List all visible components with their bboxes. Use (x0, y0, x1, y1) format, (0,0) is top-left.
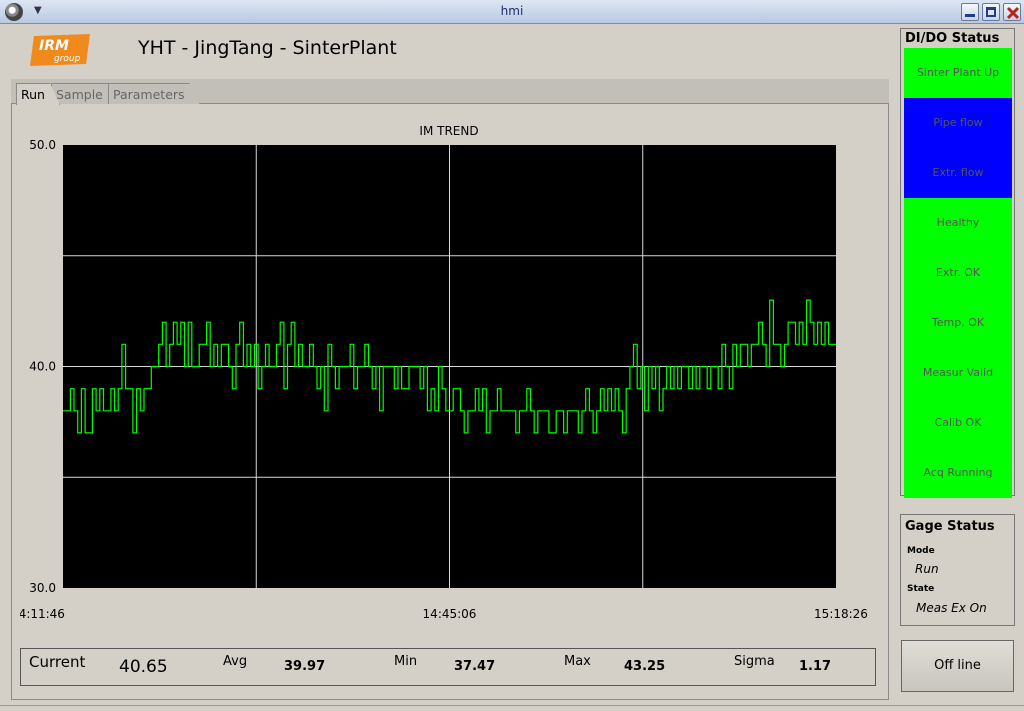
svg-text:IRM: IRM (39, 38, 69, 54)
stats-bar: Current 40.65 Avg 39.97 Min 37.47 Max 43… (20, 648, 876, 686)
svg-text:group: group (54, 54, 81, 64)
tab-sample[interactable]: Sample (51, 83, 118, 104)
dido-status-panel: DI/DO Status Sinter Plant Up Pipe flow Ext… (900, 28, 1015, 498)
mode-value: Run (915, 562, 939, 576)
window-titlebar: ▼ hmi (0, 0, 1024, 24)
dido-indicator: Calib OK (904, 398, 1012, 448)
minimize-button[interactable] (961, 3, 979, 21)
dido-indicator: Sinter Plant Up (904, 48, 1012, 98)
offline-button[interactable]: Off line (901, 640, 1014, 692)
dido-indicator: Measur Valid (904, 348, 1012, 398)
gage-status-panel: Gage Status Mode Run State Meas Ex On (900, 514, 1015, 626)
dido-indicator: Acq Running (904, 448, 1012, 498)
dido-indicator: Extr. flow (904, 148, 1012, 198)
close-button[interactable] (1003, 3, 1021, 21)
x-tick-label: 15:18:26 (814, 607, 868, 621)
window-title: hmi (500, 4, 524, 18)
x-tick-label: 14:11:46 (20, 607, 65, 621)
y-tick-label: 50.0 (29, 138, 56, 152)
maximize-button[interactable] (982, 3, 1000, 21)
min-label: Min (394, 654, 418, 669)
avg-value: 39.97 (284, 659, 326, 674)
min-value: 37.47 (454, 659, 496, 674)
max-value: 43.25 (624, 659, 666, 674)
im-trend-chart: 50.0 40.0 30.0 14:11:46 14:45:06 15:18:26 (20, 138, 868, 621)
current-label: Current (29, 653, 86, 671)
page-title: YHT - JingTang - SinterPlant (138, 37, 397, 59)
avg-label: Avg (223, 654, 248, 669)
close-icon (1006, 6, 1020, 20)
y-tick-label: 30.0 (29, 581, 56, 595)
dido-indicator: Pipe flow (904, 98, 1012, 148)
y-tick-label: 40.0 (29, 360, 56, 374)
dido-indicator: Healthy (904, 198, 1012, 248)
window-bottom-border (0, 705, 1024, 706)
sigma-value: 1.17 (799, 659, 832, 674)
max-label: Max (564, 654, 591, 669)
sigma-label: Sigma (734, 654, 775, 669)
irm-logo: IRM group (30, 34, 90, 66)
dido-status-title: DI/DO Status (905, 31, 1000, 46)
x-tick-label: 14:45:06 (423, 607, 477, 621)
state-label: State (907, 584, 935, 594)
current-value: 40.65 (119, 657, 168, 677)
mode-label: Mode (907, 546, 935, 556)
dido-indicator: Extr. OK (904, 248, 1012, 298)
tab-parameters[interactable]: Parameters (108, 83, 200, 104)
state-value: Meas Ex On (916, 601, 987, 615)
gage-status-title: Gage Status (905, 519, 995, 534)
dido-indicator: Temp. OK (904, 298, 1012, 348)
